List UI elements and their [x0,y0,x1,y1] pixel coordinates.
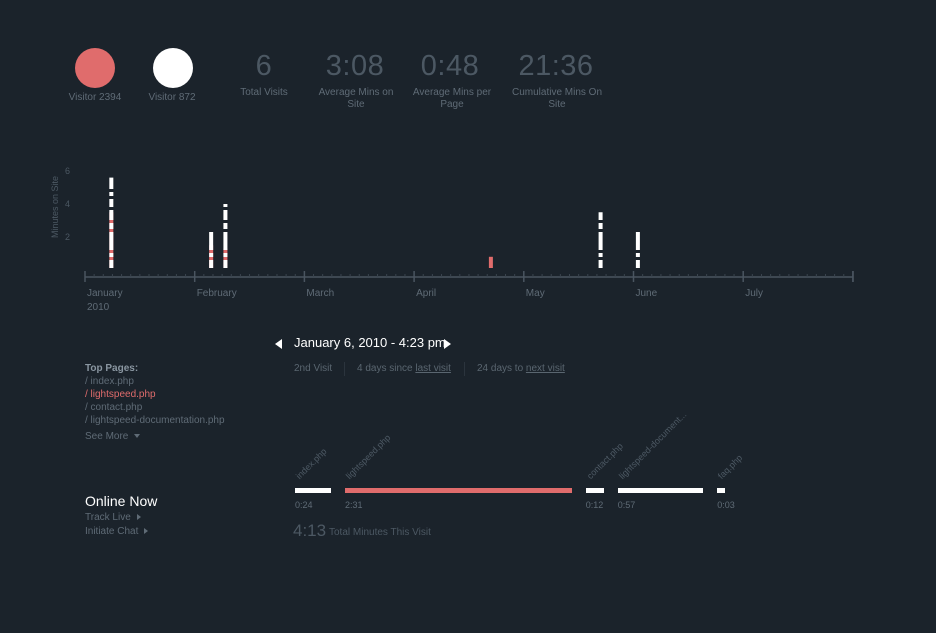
bar-segment [109,232,114,250]
timeline-duration-label: 0:12 [585,500,604,510]
visitor-872-dot[interactable] [153,48,193,88]
x-tick-label: April [416,288,436,299]
x-tick-label: June [636,288,658,299]
y-tick-label: 6 [65,166,70,176]
top-pages: Top Pages: / index.php / lightspeed.php … [85,362,225,442]
total-visits-label: Total Visits [240,87,288,98]
bar-segment [223,232,228,250]
bar-segment [109,192,114,196]
total-minutes-value: 4:13 [293,521,327,540]
top-page-item[interactable]: / lightspeed.php [85,388,225,401]
bar-segment [209,232,214,250]
bar-segment [109,260,114,268]
prev-visit-arrow-icon[interactable] [275,339,282,349]
days-since-text: 4 days since [357,363,416,374]
cumulative-mins-label: Cumulative Mins On Site [511,87,603,110]
top-pages-heading: Top Pages: [85,363,139,374]
visits-chart: Minutes on Site 2 4 6 January February March Ap… [50,166,854,313]
timeline-segment-bar[interactable] [345,488,572,493]
bar-segment [209,260,214,268]
timeline-page-label: contact.php [584,441,625,481]
timeline-segment-bar[interactable] [717,488,726,493]
next-visit-arrow-icon[interactable] [444,339,451,349]
bar-segment [598,212,603,220]
divider [464,362,465,376]
bar-segment [635,260,640,268]
bar-segment [635,232,640,250]
initiate-chat-label: Initiate Chat [85,526,139,537]
x-tick-label: February [197,288,237,299]
days-since-last-visit: 4 days since last visit [357,363,451,374]
visitor-2394-dot[interactable] [75,48,115,88]
bar-segment [223,260,228,268]
cumulative-mins-value: 21:36 [518,50,594,82]
last-visit-link[interactable]: last visit [415,363,451,374]
bar-segment [109,253,114,257]
timeline-segment-bar[interactable] [585,488,604,493]
timeline-segment-bar[interactable] [295,488,331,493]
visit-number: 2nd Visit [294,363,333,374]
total-minutes-label: Total Minutes This Visit [329,527,431,538]
timeline-page-label: index.php [293,446,329,481]
initiate-chat-link[interactable]: Initiate Chat [85,526,149,537]
visit-title: January 6, 2010 - 4:23 pm [294,335,446,350]
timeline-duration-label: 2:31 [345,500,363,510]
avg-mins-page-value: 0:48 [420,50,480,82]
x-sub-label: 2010 [87,302,110,313]
timeline-page-label: lightspeed.php [343,432,393,481]
visitor-2394-label: Visitor 2394 [68,92,122,103]
avg-mins-site-label: Average Mins on Site [318,87,394,110]
caret-right-icon [136,514,141,520]
top-page-item[interactable]: / contact.php [85,401,225,414]
track-live-link[interactable]: Track Live [85,512,141,523]
timeline-page-label: lightspeed-document... [616,409,689,481]
online-now-title: Online Now [85,493,158,509]
bar-segment [635,253,640,257]
bar-segment [598,260,603,268]
bar-segment [109,177,114,189]
bar-segment [598,223,603,229]
timeline-duration-label: 0:24 [295,500,313,510]
top-page-item[interactable]: / lightspeed-documentation.php [85,414,225,427]
bar-segment [109,199,114,207]
bar-segment [109,210,114,220]
bar-segment [109,223,114,229]
bar-segment [223,223,228,229]
x-tick-label: July [745,288,763,299]
timeline-duration-label: 0:03 [717,500,735,510]
days-to-next-visit: 24 days to next visit [477,363,565,374]
next-visit-link[interactable]: next visit [526,363,565,374]
timeline-segment-bar[interactable] [617,488,704,493]
avg-mins-page-label: Average Mins per Page [412,87,492,110]
y-axis-label: Minutes on Site [50,176,60,238]
top-page-item[interactable]: / index.php [85,375,225,388]
y-tick-label: 4 [65,199,70,209]
see-more-link[interactable]: See More [85,431,225,442]
bar-segment [223,253,228,257]
bar-segment [223,210,228,220]
bar-segment [223,204,228,207]
timeline-duration-label: 0:57 [617,500,636,510]
caret-down-icon [134,434,141,439]
bar [488,256,493,268]
days-to-text: 24 days to [477,363,526,374]
visitor-872-label: Visitor 872 [148,92,196,103]
see-more-label: See More [85,431,129,442]
caret-right-icon [144,528,149,534]
x-tick-label: January [87,288,123,299]
bar-segment [598,253,603,257]
bar-segment [598,232,603,250]
timeline-page-label: faq.php [716,452,745,481]
x-tick-label: March [306,288,334,299]
divider [344,362,345,376]
y-tick-label: 2 [65,232,70,242]
bar-segment [209,253,214,257]
x-tick-label: May [526,288,545,299]
track-live-label: Track Live [85,512,131,523]
